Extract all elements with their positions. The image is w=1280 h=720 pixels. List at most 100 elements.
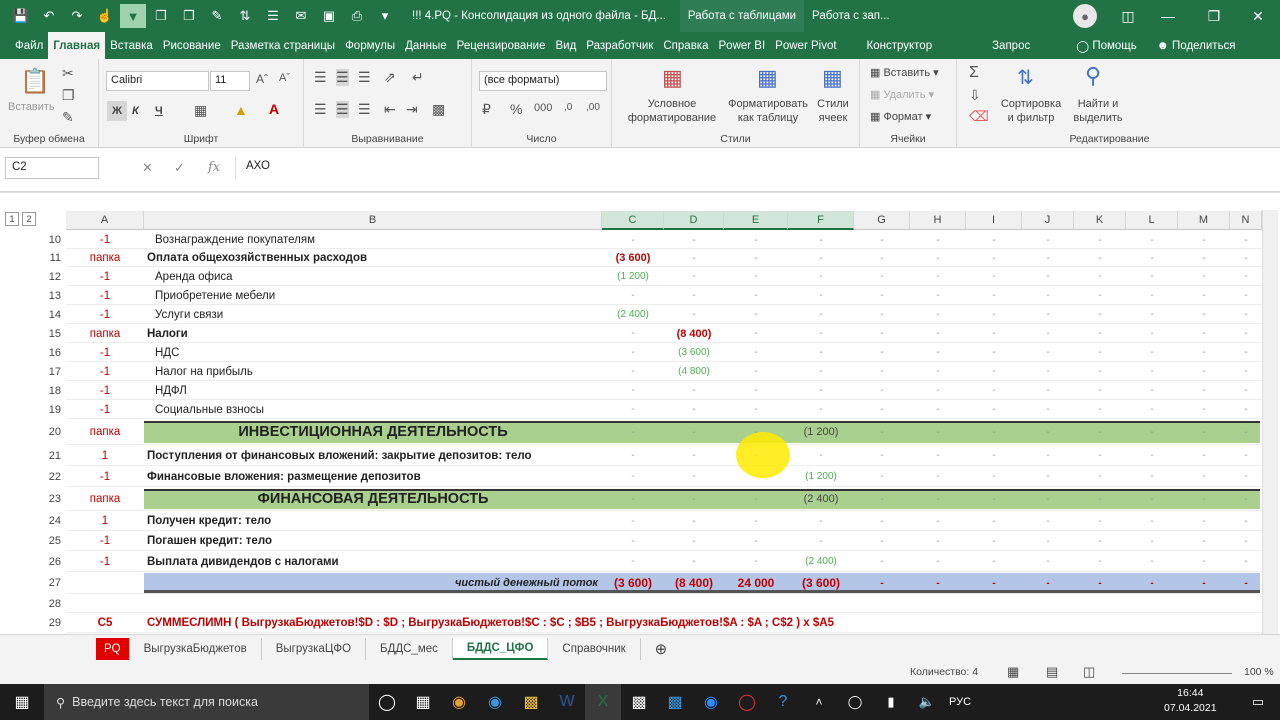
cell-b[interactable]: Услуги связи [144,305,602,324]
cell-e[interactable]: - [724,531,788,551]
cell-styles-button[interactable]: Стили ячеек [812,97,854,125]
empty-cell-dash[interactable]: - [1022,362,1074,381]
row-header[interactable]: 12 [0,267,66,286]
row-header[interactable]: 22 [0,466,66,487]
empty-cell-dash[interactable]: - [910,445,966,466]
cell-c[interactable]: (3 600) [602,572,664,594]
cell-c[interactable]: - [602,381,664,400]
column-header-d[interactable]: D [664,211,724,230]
empty-cell-dash[interactable]: - [1178,231,1230,249]
empty-cell-dash[interactable]: - [854,511,910,531]
cell-e[interactable]: - [724,249,788,267]
notifications-icon[interactable]: ▭ [1240,684,1276,720]
user-avatar[interactable]: ● [1073,4,1097,28]
tab-review[interactable]: Рецензирование [452,32,551,59]
row-header[interactable]: 27 [0,572,66,594]
cell-f[interactable]: - [788,531,854,551]
tab-file[interactable]: Файл [10,32,48,59]
cut-icon[interactable]: ✂ [62,65,74,82]
empty-cell-dash[interactable]: - [854,531,910,551]
empty-cell-dash[interactable]: - [1022,487,1074,511]
empty-cell-dash[interactable]: - [910,231,966,249]
empty-cell-dash[interactable]: - [1074,231,1126,249]
empty-cell-dash[interactable]: - [966,343,1022,362]
empty-cell-dash[interactable]: - [910,531,966,551]
cell-e[interactable]: - [724,267,788,286]
cell-e[interactable] [724,613,788,633]
cell-a[interactable]: -1 [66,362,144,381]
help-search[interactable]: ◯ Помощь [1071,32,1142,59]
empty-cell-dash[interactable]: - [1178,305,1230,324]
cell-c[interactable]: - [602,231,664,249]
cell-d[interactable]: - [664,286,724,305]
zoom-slider[interactable] [1122,673,1232,674]
cell-a[interactable]: -1 [66,400,144,419]
task-view-icon[interactable]: ▦ [405,684,441,720]
cell-d[interactable]: - [664,249,724,267]
empty-cell-dash[interactable]: - [1022,381,1074,400]
ribbon-display-icon[interactable]: ◫ [1108,0,1148,32]
touch-mode-icon[interactable]: ☝ [92,4,118,28]
empty-cell-dash[interactable]: - [1230,419,1262,445]
increase-indent-icon[interactable]: ⇥ [406,101,418,118]
empty-cell-dash[interactable]: - [854,343,910,362]
sort-filter-icon[interactable]: ⇅ [1017,65,1034,90]
empty-cell-dash[interactable]: - [1178,286,1230,305]
cell-b[interactable]: Оплата общехозяйственных расходов [144,249,602,267]
paste-icon[interactable]: ❐ [176,4,202,28]
cell-b[interactable]: Налог на прибыль [144,362,602,381]
network-icon[interactable]: ◯ [837,684,873,720]
cell-b[interactable]: СУММЕСЛИМН ( ВыгрузкаБюджетов!$D : $D ; … [144,613,834,633]
empty-cell-dash[interactable]: - [854,445,910,466]
tab-home[interactable]: Главная [48,32,106,59]
empty-cell-dash[interactable]: - [1230,267,1262,286]
empty-cell-dash[interactable]: - [1022,286,1074,305]
empty-cell-dash[interactable]: - [1178,531,1230,551]
tab-view[interactable]: Вид [550,32,581,59]
cell-d[interactable]: - [664,466,724,487]
cell-c[interactable]: - [602,400,664,419]
empty-cell-dash[interactable]: - [1126,324,1178,343]
increase-decimal-icon[interactable]: ,0 [564,102,572,113]
cell-a[interactable]: -1 [66,305,144,324]
empty-cell-dash[interactable]: - [966,551,1022,572]
conditional-format-icon[interactable]: ▦ [662,65,683,91]
row-header[interactable]: 16 [0,343,66,362]
percent-icon[interactable]: % [510,101,522,117]
empty-cell-dash[interactable]: - [854,419,910,445]
cell-a[interactable]: -1 [66,551,144,572]
font-name-select[interactable]: Calibri [106,71,209,91]
tab-power-pivot[interactable]: Power Pivot [770,32,841,59]
empty-cell-dash[interactable]: - [1230,362,1262,381]
cortana-icon[interactable]: ◯ [369,684,405,720]
empty-cell-dash[interactable]: - [1126,249,1178,267]
cell-c[interactable]: - [602,487,664,511]
empty-cell-dash[interactable]: - [854,400,910,419]
normal-view-icon[interactable]: ▦ [1007,664,1019,680]
sheet-tab-pq[interactable]: PQ [96,637,130,660]
cell-c[interactable] [602,594,664,613]
cell-d[interactable]: - [664,511,724,531]
align-bottom-icon[interactable]: ☰ [358,69,371,86]
cell-d[interactable]: - [664,400,724,419]
empty-cell-dash[interactable]: - [966,286,1022,305]
empty-cell-dash[interactable]: - [910,381,966,400]
cell-c[interactable]: (1 200) [602,267,664,286]
empty-cell-dash[interactable]: - [1074,267,1126,286]
empty-cell-dash[interactable]: - [1022,466,1074,487]
cell-b[interactable]: Поступления от финансовых вложений: закр… [144,445,602,466]
empty-cell-dash[interactable]: - [854,231,910,249]
row-header[interactable]: 25 [0,531,66,551]
empty-cell-dash[interactable]: - [1022,572,1074,594]
empty-cell-dash[interactable]: - [1074,445,1126,466]
row-header[interactable]: 24 [0,511,66,531]
cell-b[interactable]: Вознаграждение покупателям [144,231,602,249]
empty-cell-dash[interactable]: - [1230,531,1262,551]
number-format-select[interactable]: (все форматы) [479,71,607,91]
save-icon[interactable]: 💾 [8,4,34,28]
empty-cell-dash[interactable]: - [1126,305,1178,324]
cell-f[interactable]: - [788,362,854,381]
empty-cell-dash[interactable]: - [1126,487,1178,511]
empty-cell-dash[interactable]: - [1022,419,1074,445]
empty-cell-dash[interactable]: - [910,487,966,511]
